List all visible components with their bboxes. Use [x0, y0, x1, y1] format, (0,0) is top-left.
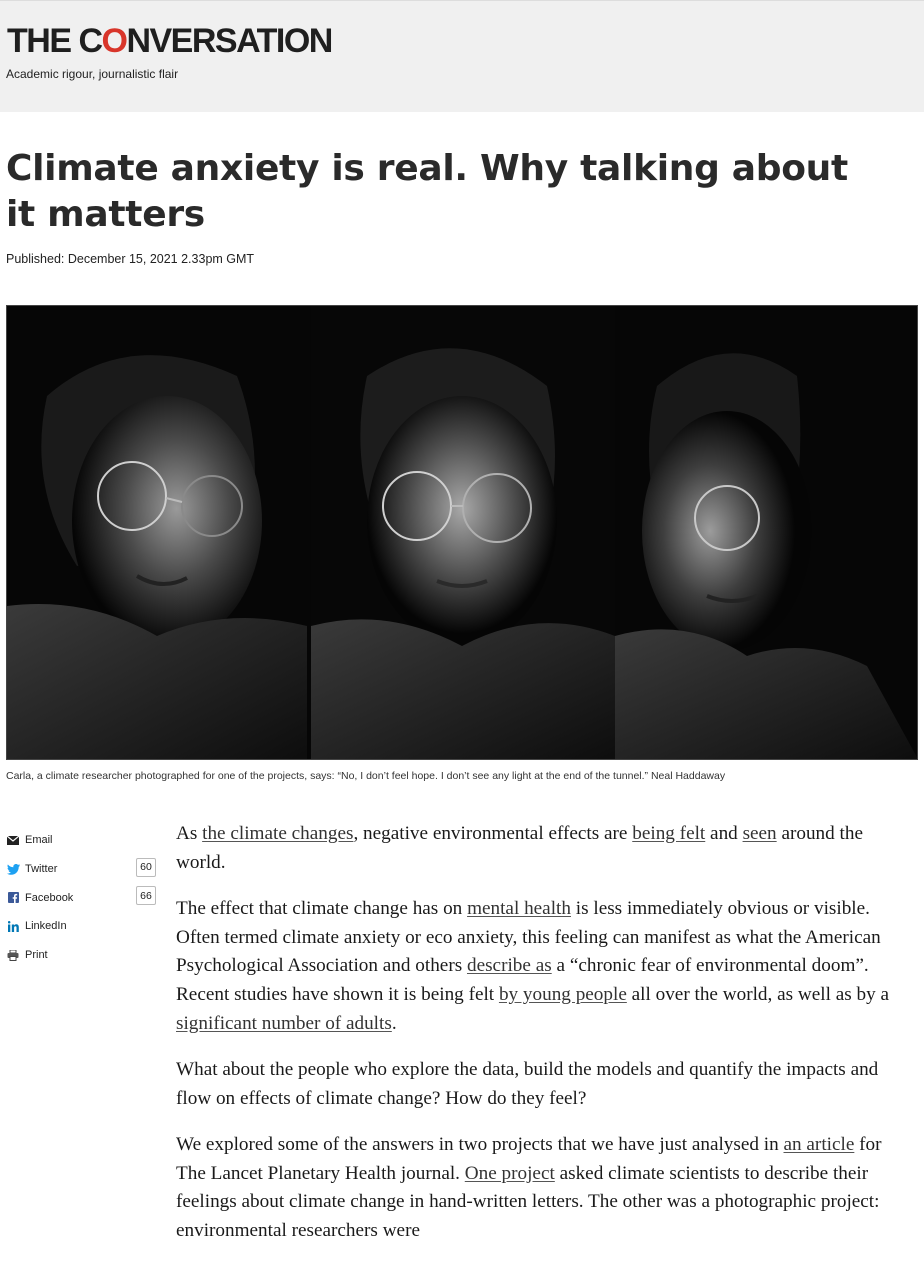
printer-icon [6, 948, 20, 962]
share-facebook-label: Facebook [25, 891, 74, 904]
body-paragraph-3: What about the people who explore the da… [176, 1058, 879, 1109]
share-linkedin[interactable]: LinkedIn [6, 912, 156, 941]
envelope-icon [6, 833, 20, 847]
share-twitter-label: Twitter [25, 863, 58, 876]
link-significant-number-of-adults[interactable]: significant number of adults [176, 1013, 392, 1034]
link-mental-health[interactable]: mental health [467, 898, 571, 919]
body-text-run: . [391, 1012, 397, 1034]
body-paragraph-2: The effect that climate change has on me… [176, 895, 911, 1039]
body-paragraph-1: As the climate changes, negative environ… [176, 820, 911, 877]
share-print[interactable]: Print [6, 941, 156, 970]
published-date: Published: December 15, 2021 2.33pm GMT [6, 252, 255, 266]
twitter-share-count: 60 [136, 857, 156, 877]
hero-photo-triptych [7, 306, 917, 759]
body-text-run: We explored some of the answers in two p… [176, 1133, 784, 1155]
share-linkedin-label: LinkedIn [25, 920, 67, 933]
link-one-project[interactable]: One project [465, 1163, 555, 1184]
link-being-felt[interactable]: being felt [632, 823, 705, 844]
share-sidebar: Email Twitter 60 Facebook 66 LinkedIn Pr… [6, 826, 156, 969]
logo-text-start: THE C [7, 22, 103, 60]
share-print-label: Print [25, 949, 48, 962]
share-email-label: Email [25, 834, 53, 847]
linkedin-icon [6, 919, 20, 933]
link-by-young-people[interactable]: by young people [499, 984, 627, 1005]
article-body: As the climate changes, negative environ… [176, 820, 911, 1263]
body-paragraph-4: We explored some of the answers in two p… [176, 1131, 911, 1246]
logo-speech-bubble: O [101, 21, 128, 61]
body-text-run: As [176, 823, 203, 844]
facebook-share-count: 66 [136, 886, 156, 906]
hero-photo [6, 305, 918, 760]
link-the-climate-changes[interactable]: the climate changes [202, 823, 353, 844]
link-describe-as[interactable]: describe as [467, 955, 552, 976]
article-title: Climate anxiety is real. Why talking abo… [6, 148, 848, 235]
link-an-article[interactable]: an article [784, 1134, 855, 1155]
share-twitter[interactable]: Twitter 60 [6, 855, 156, 884]
logo-bubble-letter: O [101, 22, 128, 60]
facebook-icon [6, 891, 20, 905]
portrait-middle [311, 306, 615, 759]
photo-caption: Carla, a climate researcher photographed… [6, 770, 726, 782]
body-text-run: The effect that climate change has on [176, 897, 468, 919]
body-text-run: all over the world, as well as by a [626, 984, 889, 1006]
twitter-bird-icon [6, 862, 20, 876]
portrait-right [615, 306, 917, 759]
share-facebook[interactable]: Facebook 66 [6, 883, 156, 912]
site-logo[interactable]: THE CONVERSATION [7, 21, 333, 61]
link-seen[interactable]: seen [743, 823, 777, 844]
body-text-run: , negative environmental effects are [353, 823, 633, 844]
site-tagline: Academic rigour, journalistic flair [6, 67, 179, 81]
body-text-run: and [705, 823, 743, 844]
masthead: THE CONVERSATION Academic rigour, journa… [0, 0, 924, 112]
logo-text-end: NVERSATION [126, 22, 333, 60]
share-email[interactable]: Email [6, 826, 156, 855]
